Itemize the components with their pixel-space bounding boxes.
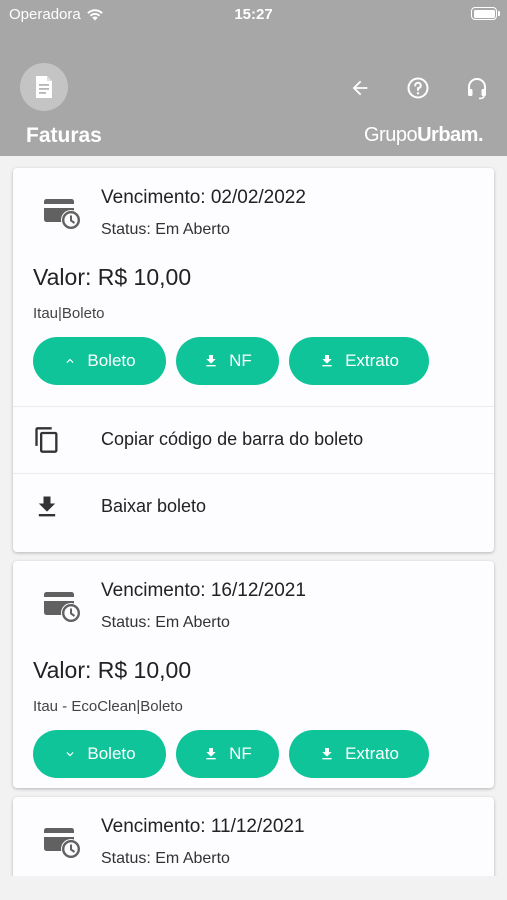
boleto-label: Boleto: [87, 351, 136, 370]
app-header: Operadora 15:27 Faturas GrupoUrbam.: [0, 0, 507, 156]
chevron-down-icon: [66, 752, 74, 757]
copy-icon: [35, 427, 58, 453]
brand-suffix: Urbam.: [417, 124, 483, 146]
invoice-card: Vencimento: 16/12/2021 Status: Em Aberto…: [13, 561, 494, 788]
copy-barcode-label: Copiar código de barra do boleto: [101, 429, 364, 449]
status-bar: Operadora 15:27: [0, 0, 507, 28]
back-button[interactable]: [346, 74, 374, 102]
nf-label: NF: [229, 744, 252, 763]
help-icon: [407, 77, 429, 99]
boleto-toggle-button[interactable]: Boleto: [33, 730, 166, 778]
back-arrow-icon: [352, 80, 368, 96]
invoice-list[interactable]: Vencimento: 02/02/2022 Status: Em Aberto…: [0, 156, 507, 876]
payment-method: Itau|Boleto: [33, 305, 105, 322]
help-button[interactable]: [404, 74, 432, 102]
nf-label: NF: [229, 351, 252, 370]
document-icon: [36, 76, 52, 98]
due-date: Vencimento: 02/02/2022: [101, 187, 306, 208]
extrato-download-button[interactable]: Extrato: [289, 730, 429, 778]
copy-barcode-action[interactable]: Copiar código de barra do boleto: [13, 407, 494, 473]
headset-icon: [468, 78, 486, 100]
due-date: Vencimento: 11/12/2021: [101, 816, 305, 837]
invoice-value: Valor: R$ 10,00: [33, 264, 192, 290]
boleto-label: Boleto: [87, 744, 136, 763]
download-icon: [206, 748, 216, 760]
battery-icon: [471, 7, 500, 20]
download-icon: [322, 748, 332, 760]
boleto-toggle-button[interactable]: Boleto: [33, 337, 166, 385]
download-boleto-label: Baixar boleto: [101, 496, 207, 516]
chevron-up-icon: [66, 358, 74, 363]
invoice-clock-icon: [44, 828, 81, 859]
download-icon: [38, 496, 56, 517]
support-button[interactable]: [463, 74, 491, 102]
download-boleto-action[interactable]: Baixar boleto: [13, 474, 494, 540]
download-icon: [322, 355, 332, 367]
invoice-card: Vencimento: 02/02/2022 Status: Em Aberto…: [13, 168, 494, 552]
due-date: Vencimento: 16/12/2021: [101, 580, 306, 601]
extrato-download-button[interactable]: Extrato: [289, 337, 429, 385]
bottom-safe-area: [0, 876, 507, 900]
nf-download-button[interactable]: NF: [176, 730, 279, 778]
clock: 15:27: [234, 6, 273, 23]
invoice-status: Status: Em Aberto: [101, 614, 230, 631]
payment-method: Itau - EcoClean|Boleto: [33, 698, 183, 715]
extrato-label: Extrato: [345, 744, 399, 763]
extrato-label: Extrato: [345, 351, 399, 370]
download-icon: [206, 355, 216, 367]
invoice-clock-icon: [44, 592, 81, 623]
invoice-value: Valor: R$ 10,00: [33, 657, 192, 683]
brand-prefix: Grupo: [364, 124, 418, 146]
invoice-status: Status: Em Aberto: [101, 850, 230, 867]
nf-download-button[interactable]: NF: [176, 337, 279, 385]
page-icon: [20, 63, 68, 111]
invoice-status: Status: Em Aberto: [101, 221, 230, 238]
invoice-card: Vencimento: 11/12/2021 Status: Em Aberto: [13, 797, 494, 876]
page-title: Faturas: [26, 124, 102, 147]
invoice-clock-icon: [44, 199, 81, 230]
brand-logo: GrupoUrbam.: [364, 124, 483, 147]
